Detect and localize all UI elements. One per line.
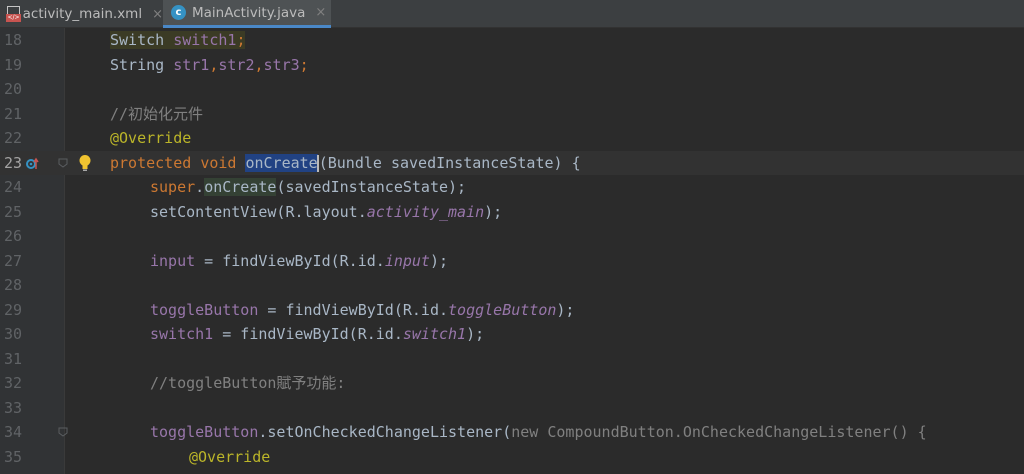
code-line: 22 @Override	[0, 126, 1024, 151]
tab-label: activity_main.xml	[22, 6, 143, 22]
code-text[interactable]: super.onCreate(savedInstanceState);	[150, 175, 466, 200]
tab-label: MainActivity.java	[192, 4, 306, 21]
code-line: 18 Switch switch1;	[0, 28, 1024, 53]
comment-text[interactable]: //toggleButton賦予功能:	[150, 371, 345, 396]
code-line: 33	[0, 396, 1024, 421]
java-class-icon: c	[171, 5, 186, 20]
code-line: 30 switch1 = findViewById(R.id.switch1);	[0, 322, 1024, 347]
lightbulb-icon[interactable]	[78, 154, 92, 172]
code-line: 35 @Override	[0, 445, 1024, 470]
fold-marker-icon[interactable]	[58, 158, 68, 168]
line-number: 19	[4, 55, 23, 74]
line-number: 30	[4, 325, 23, 343]
code-text[interactable]: String str1,str2,str3;	[110, 53, 309, 78]
code-line: 28	[0, 273, 1024, 298]
code-line: 31	[0, 347, 1024, 372]
line-number: 27	[4, 251, 23, 270]
line-number: 18	[4, 31, 23, 49]
code-line: 24 super.onCreate(savedInstanceState);	[0, 175, 1024, 200]
line-number: 29	[4, 300, 23, 319]
line-number: 22	[4, 129, 23, 147]
code-line: 32 //toggleButton賦予功能:	[0, 371, 1024, 396]
code-text[interactable]: Switch switch1;	[110, 28, 246, 53]
code-line: 20	[0, 77, 1024, 102]
method-name-selection: onCreate	[245, 153, 318, 172]
annotation-text[interactable]: @Override	[189, 445, 270, 470]
code-line: 29 toggleButton = findViewById(R.id.togg…	[0, 298, 1024, 323]
line-number: 33	[4, 398, 23, 417]
close-icon[interactable]: ×	[152, 7, 163, 22]
code-line: 27 input = findViewById(R.id.input);	[0, 249, 1024, 274]
code-line: 26	[0, 224, 1024, 249]
tab-activity-main-xml[interactable]: </> activity_main.xml ×	[0, 0, 163, 28]
line-number: 34	[4, 423, 23, 441]
line-number: 25	[4, 202, 23, 221]
xml-file-icon: </>	[6, 6, 21, 22]
code-text[interactable]: input = findViewById(R.id.input);	[150, 249, 448, 274]
code-line-current: 23 protected void onCreate(Bundle savedI…	[0, 150, 1024, 176]
comment-text[interactable]: //初始化元件	[110, 102, 203, 127]
fold-marker-icon[interactable]	[58, 427, 68, 437]
code-text[interactable]: setContentView(R.layout.activity_main);	[150, 200, 502, 225]
line-number: 31	[4, 349, 23, 368]
line-number: 23	[4, 153, 23, 172]
override-method-icon[interactable]	[26, 157, 39, 170]
code-text[interactable]: protected void onCreate(Bundle savedInst…	[110, 151, 581, 176]
close-icon[interactable]: ×	[315, 5, 326, 20]
code-line: 34 toggleButton.setOnCheckedChangeListen…	[0, 420, 1024, 445]
line-number: 35	[4, 447, 23, 466]
code-line: 19 String str1,str2,str3;	[0, 53, 1024, 78]
code-line: 25 setContentView(R.layout.activity_main…	[0, 200, 1024, 225]
code-text[interactable]: toggleButton = findViewById(R.id.toggleB…	[150, 298, 574, 323]
code-text[interactable]: toggleButton.setOnCheckedChangeListener(…	[150, 420, 927, 445]
editor-tab-bar: </> activity_main.xml × c MainActivity.j…	[0, 0, 1024, 28]
tab-main-activity-java[interactable]: c MainActivity.java ×	[163, 0, 331, 28]
code-line: 21 //初始化元件	[0, 102, 1024, 127]
line-number: 24	[4, 178, 23, 196]
annotation-text[interactable]: @Override	[110, 126, 191, 151]
line-number: 21	[4, 104, 23, 123]
code-editor[interactable]: 18 Switch switch1; 19 String str1,str2,s…	[0, 28, 1024, 474]
code-text[interactable]: switch1 = findViewById(R.id.switch1);	[150, 322, 484, 347]
line-number: 26	[4, 227, 23, 245]
line-number: 32	[4, 374, 23, 392]
line-number: 28	[4, 276, 23, 294]
line-number: 20	[4, 80, 23, 98]
